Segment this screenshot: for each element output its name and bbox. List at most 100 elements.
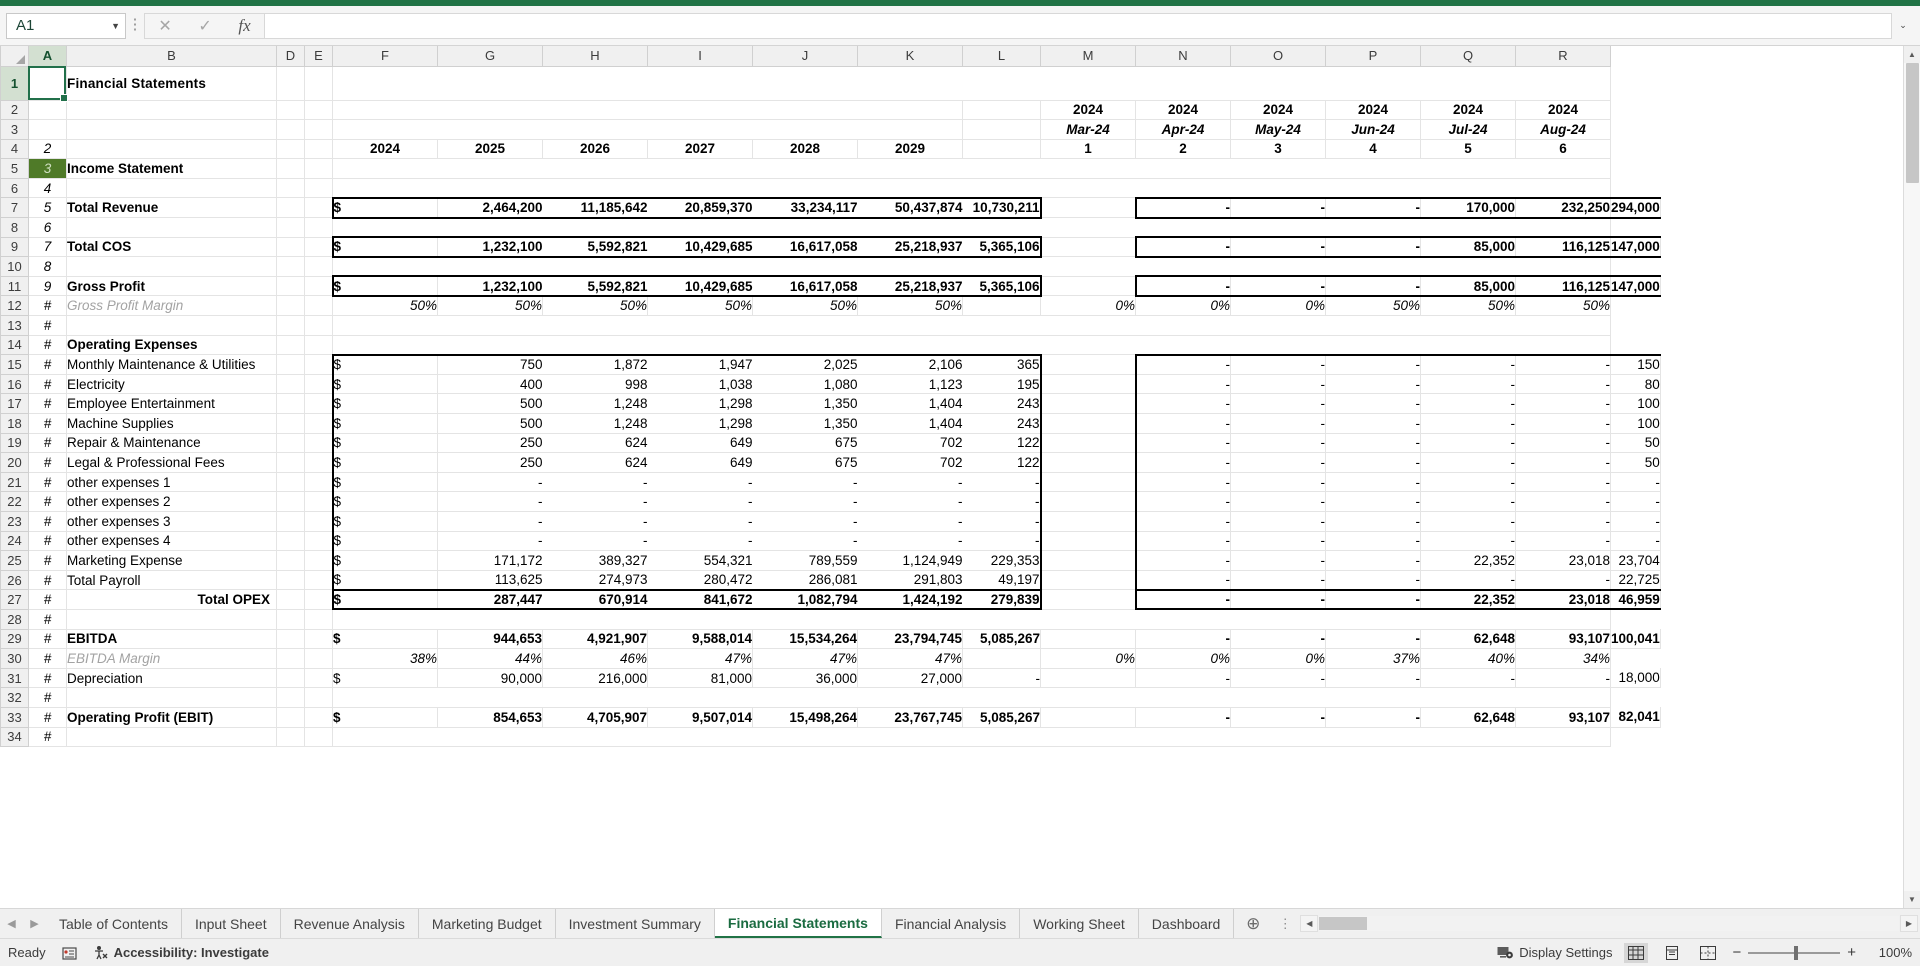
cur-F20[interactable]: $ (331, 452, 438, 473)
val-O15[interactable]: - (1325, 353, 1421, 375)
val-P27[interactable]: 22,352 (1420, 588, 1516, 611)
cell-D17[interactable] (276, 393, 305, 414)
val-K7[interactable]: 10,730,211 (962, 196, 1042, 219)
cell-F8-R8[interactable] (332, 217, 1611, 238)
vertical-scroll-track[interactable] (1903, 63, 1920, 891)
row-header-16[interactable]: 16 (0, 373, 29, 395)
worksheet[interactable]: A B D E F G H I J K L M N O P Q R 1 Fina… (0, 46, 1903, 908)
val-N21[interactable]: - (1230, 472, 1326, 493)
val-I29[interactable]: 15,534,264 (752, 629, 858, 650)
label-operating-expenses[interactable]: Operating Expenses (66, 335, 277, 356)
label-depreciation[interactable]: Depreciation (66, 668, 277, 689)
cell-E28[interactable] (304, 609, 333, 630)
val-G30[interactable]: 44% (437, 648, 543, 669)
column-header-I[interactable]: I (647, 46, 753, 67)
cell-L17[interactable] (1040, 393, 1136, 414)
cell-N2-year[interactable]: 2024 (1135, 100, 1231, 121)
cell-E3[interactable] (304, 119, 333, 140)
cell-B32[interactable] (66, 687, 277, 708)
cur-F31[interactable]: $ (332, 668, 438, 689)
val-J21[interactable]: - (857, 472, 963, 493)
val-M12[interactable]: 0% (1040, 295, 1136, 317)
cur-F23[interactable]: $ (331, 511, 438, 532)
val-H9[interactable]: 10,429,685 (647, 236, 753, 258)
val-F16[interactable]: 400 (437, 374, 543, 395)
macro-record-icon[interactable] (61, 946, 77, 960)
val-R27[interactable]: 46,959 (1610, 588, 1661, 611)
val-M22[interactable]: - (1134, 491, 1231, 512)
val-I33[interactable]: 15,498,264 (752, 707, 858, 728)
cell-L33[interactable] (1040, 707, 1136, 728)
val-R20[interactable]: 50 (1610, 452, 1661, 473)
val-J23[interactable]: - (857, 511, 963, 532)
cell-H4-year[interactable]: 2026 (542, 139, 648, 160)
val-J11[interactable]: 25,218,937 (857, 275, 963, 297)
label-opex-10[interactable]: Marketing Expense (66, 550, 277, 571)
cell-D23[interactable] (276, 511, 305, 532)
val-P15[interactable]: - (1420, 353, 1516, 375)
val-R18[interactable]: 100 (1610, 413, 1661, 434)
val-O22[interactable]: - (1325, 491, 1421, 512)
row-header-26[interactable]: 26 (0, 569, 29, 591)
cur-F11[interactable]: $ (331, 275, 438, 297)
val-Q17[interactable]: - (1515, 393, 1611, 414)
cell-P2-year[interactable]: 2024 (1325, 100, 1421, 121)
cell-L7[interactable] (1040, 197, 1136, 219)
val-G12[interactable]: 50% (437, 295, 543, 317)
val-Q26[interactable]: - (1515, 570, 1611, 591)
val-R16[interactable]: 80 (1610, 374, 1661, 395)
val-H15[interactable]: 1,947 (647, 353, 753, 375)
cell-D34[interactable] (276, 727, 305, 748)
val-R25[interactable]: 23,704 (1610, 550, 1661, 571)
val-F19[interactable]: 250 (437, 433, 543, 454)
val-R9[interactable]: 147,000 (1610, 236, 1661, 258)
zoom-in-button[interactable]: + (1847, 944, 1856, 961)
sheet-tab-revenue-analysis[interactable]: Revenue Analysis (280, 909, 419, 938)
cell-L15[interactable] (1040, 354, 1136, 375)
cell-E20[interactable] (304, 452, 333, 473)
cancel-icon[interactable]: ✕ (158, 16, 171, 36)
cell-L11[interactable] (1040, 276, 1136, 297)
val-H31[interactable]: 81,000 (647, 668, 753, 689)
val-F27[interactable]: 287,447 (437, 588, 543, 611)
cur-F16[interactable]: $ (331, 374, 438, 395)
val-Q30[interactable]: 40% (1420, 648, 1516, 669)
cell-G4-year[interactable]: 2025 (437, 139, 543, 160)
cur-F29[interactable]: $ (332, 629, 438, 650)
val-O25[interactable]: - (1325, 550, 1421, 571)
column-header-O[interactable]: O (1230, 46, 1326, 67)
cell-B1-title[interactable]: Financial Statements (66, 66, 277, 101)
cell-R2-year[interactable]: 2024 (1515, 100, 1611, 121)
cell-D30[interactable] (276, 648, 305, 669)
cell-L31[interactable] (1040, 668, 1136, 689)
sheet-nav-arrows[interactable]: ◀ ▶ (0, 909, 46, 938)
val-H18[interactable]: 1,298 (647, 413, 753, 434)
cell-L21[interactable] (1040, 472, 1136, 493)
label-opex-11[interactable]: Total Payroll (66, 570, 277, 591)
cur-F18[interactable]: $ (331, 413, 438, 434)
val-R26[interactable]: 22,725 (1610, 570, 1661, 591)
val-O7[interactable]: - (1325, 196, 1421, 219)
val-F21[interactable]: - (437, 472, 543, 493)
column-header-Q[interactable]: Q (1420, 46, 1516, 67)
cell-L9[interactable] (1040, 237, 1136, 258)
val-N17[interactable]: - (1230, 393, 1326, 414)
val-M31[interactable]: - (1135, 668, 1231, 689)
val-G19[interactable]: 624 (542, 433, 648, 454)
val-J24[interactable]: - (857, 531, 963, 552)
val-H30[interactable]: 46% (542, 648, 648, 669)
val-I31[interactable]: 36,000 (752, 668, 858, 689)
val-J9[interactable]: 25,218,937 (857, 236, 963, 258)
val-R33[interactable]: 82,041 (1610, 707, 1661, 728)
val-F18[interactable]: 500 (437, 413, 543, 434)
label-opex-0[interactable]: Monthly Maintenance & Utilities (66, 354, 277, 375)
cell-P4-index[interactable]: 4 (1325, 139, 1421, 160)
cell-B4[interactable] (66, 139, 277, 160)
cell-L3[interactable] (962, 119, 1041, 140)
cell-A34-index[interactable]: # (28, 727, 67, 748)
val-P7[interactable]: 170,000 (1420, 196, 1516, 219)
label-total-revenue[interactable]: Total Revenue (66, 197, 277, 219)
cell-E31[interactable] (304, 668, 333, 689)
val-K31[interactable]: - (962, 668, 1041, 689)
val-R31[interactable]: 18,000 (1610, 668, 1661, 689)
